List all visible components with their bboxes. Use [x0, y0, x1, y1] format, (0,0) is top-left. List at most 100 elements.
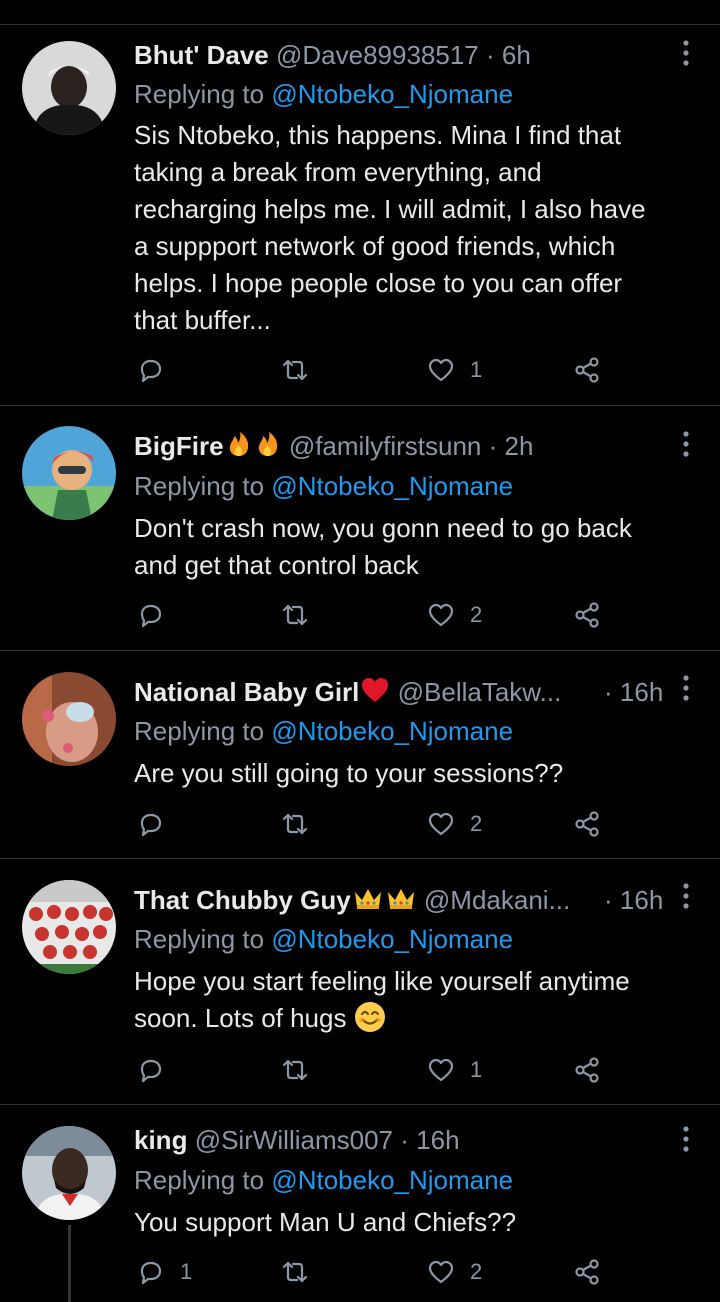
retweet-icon	[282, 1059, 308, 1081]
retweet-button[interactable]	[280, 1255, 324, 1289]
replying-label: Replying to	[134, 1165, 265, 1195]
user-handle[interactable]: @Dave89938517	[276, 40, 479, 70]
separator-dot: ·	[486, 40, 495, 70]
mention-link[interactable]: @Ntobeko_Njomane	[271, 79, 513, 109]
display-name[interactable]: king	[134, 1125, 187, 1155]
reply-icon	[140, 359, 162, 383]
display-name[interactable]: That Chubby Guy	[134, 885, 417, 915]
retweet-button[interactable]	[280, 1053, 324, 1087]
mention-link[interactable]: @Ntobeko_Njomane	[271, 924, 513, 954]
action-bar: 1 2	[134, 1255, 614, 1289]
display-name[interactable]: BigFire	[134, 431, 282, 461]
display-name[interactable]: National Baby Girl	[134, 677, 390, 707]
share-button[interactable]	[572, 598, 602, 632]
reply-tweet[interactable]: BigFire @familyfirstsunn · 2h Replying t…	[0, 406, 720, 651]
mention-link[interactable]: @Ntobeko_Njomane	[271, 471, 513, 501]
retweet-button[interactable]	[280, 598, 324, 632]
tweet-header: That Chubby Guy @Mdakani...	[134, 883, 664, 917]
like-count: 1	[470, 357, 483, 382]
user-handle[interactable]: @Mdakani...	[424, 885, 570, 915]
like-button[interactable]: 2	[426, 807, 482, 841]
fire-emoji-icon	[258, 432, 277, 456]
like-button[interactable]: 2	[426, 598, 482, 632]
mention-link[interactable]: @Ntobeko_Njomane	[271, 716, 513, 746]
like-button[interactable]: 1	[426, 1053, 482, 1087]
retweet-button[interactable]	[280, 353, 324, 387]
share-button[interactable]	[572, 353, 602, 387]
avatar[interactable]	[22, 672, 116, 766]
reply-tweet[interactable]: Bhut' Dave @Dave89938517 · 6h Replying t…	[0, 25, 720, 406]
like-count: 1	[470, 1057, 483, 1082]
red-heart-emoji-icon	[362, 678, 389, 702]
tweet-text: Sis Ntobeko, this happens. Mina I find t…	[134, 120, 646, 335]
like-count: 2	[470, 811, 483, 836]
share-icon	[575, 1057, 599, 1083]
user-handle[interactable]: @BellaTakw...	[398, 677, 562, 707]
action-bar: 2	[134, 807, 614, 841]
reply-button[interactable]	[136, 353, 180, 387]
like-button[interactable]: 1	[426, 353, 482, 387]
share-button[interactable]	[572, 807, 602, 841]
tweet-text: Are you still going to your sessions??	[134, 758, 564, 788]
more-vertical-icon[interactable]	[682, 675, 690, 701]
reply-button[interactable]: 1	[136, 1255, 192, 1289]
display-name[interactable]: Bhut' Dave	[134, 40, 269, 70]
reply-button[interactable]	[136, 807, 180, 841]
replying-to: Replying to @Ntobeko_Njomane	[134, 469, 513, 503]
more-vertical-icon[interactable]	[682, 40, 690, 66]
reply-icon	[140, 813, 162, 837]
replying-to: Replying to @Ntobeko_Njomane	[134, 77, 513, 111]
action-bar: 2	[134, 598, 614, 632]
share-icon	[575, 811, 599, 837]
share-button[interactable]	[572, 1053, 602, 1087]
like-button[interactable]: 2	[426, 1255, 482, 1289]
retweet-button[interactable]	[280, 807, 324, 841]
heart-icon	[428, 358, 454, 382]
user-handle[interactable]: @SirWilliams007	[195, 1125, 393, 1155]
more-vertical-icon[interactable]	[682, 431, 690, 457]
replying-label: Replying to	[134, 716, 265, 746]
replying-to: Replying to @Ntobeko_Njomane	[134, 922, 513, 956]
reply-tweet[interactable]: king @SirWilliams007 · 16h Replying to @…	[0, 1105, 720, 1302]
reply-icon	[140, 1059, 162, 1083]
like-count: 2	[470, 602, 483, 627]
timestamp[interactable]: 16h	[416, 1125, 459, 1155]
heart-icon	[428, 603, 454, 627]
reply-tweet[interactable]: That Chubby Guy @Mdakani... · 16h Replyi…	[0, 859, 720, 1105]
more-vertical-icon[interactable]	[682, 883, 690, 909]
avatar[interactable]	[22, 1126, 116, 1220]
share-button[interactable]	[572, 1255, 602, 1289]
share-icon	[575, 1259, 599, 1285]
avatar[interactable]	[22, 41, 116, 135]
reply-button[interactable]	[136, 598, 180, 632]
separator-dot: ·	[400, 1125, 409, 1155]
tweet-header: king @SirWilliams007 · 16h	[134, 1123, 664, 1157]
heart-icon	[428, 1260, 454, 1284]
fire-emoji-icon	[229, 432, 248, 456]
separator-dot: ·	[488, 431, 498, 461]
action-bar: 1	[134, 353, 614, 387]
user-handle[interactable]: @familyfirstsunn	[289, 431, 482, 461]
reply-icon	[140, 1261, 162, 1285]
thread-connector-line	[68, 1225, 71, 1302]
reply-icon	[140, 604, 162, 628]
retweet-icon	[282, 813, 308, 835]
timestamp[interactable]: 6h	[502, 40, 531, 70]
replying-to: Replying to @Ntobeko_Njomane	[134, 714, 513, 748]
like-count: 2	[470, 1259, 483, 1284]
mention-link[interactable]: @Ntobeko_Njomane	[271, 1165, 513, 1195]
timestamp[interactable]: 16h	[620, 677, 663, 707]
share-icon	[575, 602, 599, 628]
reply-button[interactable]	[136, 1053, 180, 1087]
timestamp[interactable]: 16h	[620, 885, 663, 915]
separator-dot: ·	[604, 677, 613, 707]
timestamp[interactable]: 2h	[505, 431, 534, 461]
reply-tweet[interactable]: National Baby Girl @BellaTakw... · 16h R…	[0, 651, 720, 859]
retweet-icon	[282, 604, 308, 626]
tweet-text: Hope you start feeling like yourself any…	[134, 963, 694, 1037]
more-vertical-icon[interactable]	[682, 1126, 690, 1152]
action-bar: 1	[134, 1053, 614, 1087]
separator-dot: ·	[604, 885, 613, 915]
avatar[interactable]	[22, 880, 116, 974]
avatar[interactable]	[22, 426, 116, 520]
